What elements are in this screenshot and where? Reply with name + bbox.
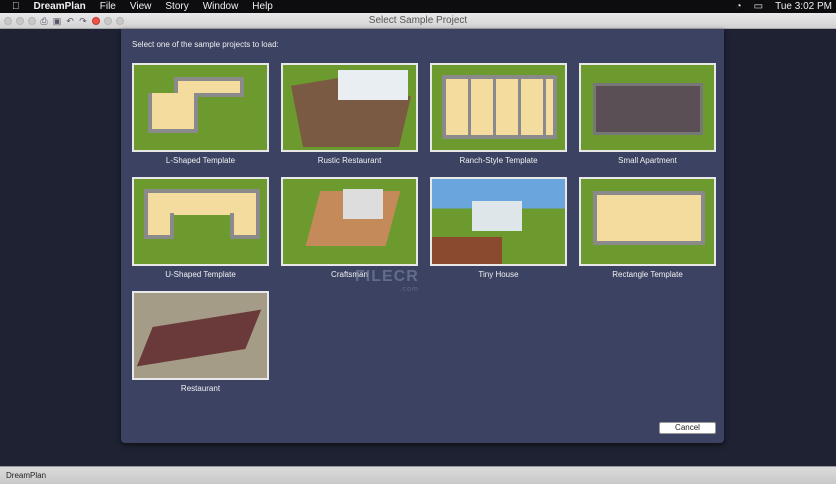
project-l-shaped[interactable]: L-Shaped Template — [132, 63, 269, 165]
project-label: U-Shaped Template — [165, 270, 236, 279]
window-titlebar: ⎙ ▣ ↶ ↷ Select Sample Project — [0, 13, 836, 29]
project-ranch-style[interactable]: Ranch-Style Template — [430, 63, 567, 165]
select-sample-project-dialog: Select one of the sample projects to loa… — [121, 29, 724, 443]
project-craftsman[interactable]: Craftsman — [281, 177, 418, 279]
menu-window[interactable]: Window — [203, 1, 239, 12]
project-rustic-restaurant[interactable]: Rustic Restaurant — [281, 63, 418, 165]
project-thumbnail[interactable] — [132, 291, 269, 380]
dialog-prompt: Select one of the sample projects to loa… — [132, 40, 279, 49]
project-thumbnail[interactable] — [579, 177, 716, 266]
cancel-button[interactable]: Cancel — [659, 422, 716, 434]
menu-story[interactable]: Story — [165, 1, 188, 12]
project-thumbnail[interactable] — [281, 63, 418, 152]
project-tiny-house[interactable]: Tiny House — [430, 177, 567, 279]
project-label: Tiny House — [478, 270, 519, 279]
project-label: Restaurant — [180, 384, 221, 393]
status-bar: DreamPlan — [0, 466, 836, 484]
menu-view[interactable]: View — [130, 1, 152, 12]
window-title: Select Sample Project — [368, 15, 468, 26]
project-thumbnail[interactable] — [579, 63, 716, 152]
project-label: Small Apartment — [618, 156, 677, 165]
project-thumbnail[interactable] — [132, 63, 269, 152]
project-thumbnail[interactable] — [281, 177, 418, 266]
clock[interactable]: Tue 3:02 PM — [775, 1, 832, 12]
menu-bar:  DreamPlan File View Story Window Help … — [0, 0, 836, 13]
project-small-apartment[interactable]: Small Apartment — [579, 63, 716, 165]
project-label: Ranch-Style Template — [459, 156, 538, 165]
project-thumbnail[interactable] — [430, 63, 567, 152]
project-thumbnail[interactable] — [430, 177, 567, 266]
airplay-icon[interactable]: ▭ — [754, 1, 763, 12]
wifi-icon[interactable]: ◔ — [736, 1, 742, 12]
project-u-shaped[interactable]: U-Shaped Template — [132, 177, 269, 279]
menu-help[interactable]: Help — [252, 1, 273, 12]
project-restaurant[interactable]: Restaurant — [132, 291, 269, 393]
menu-file[interactable]: File — [100, 1, 116, 12]
watermark: FILECR .com — [355, 268, 419, 293]
project-thumbnail[interactable] — [132, 177, 269, 266]
apple-icon[interactable]:  — [12, 1, 20, 12]
project-rectangle[interactable]: Rectangle Template — [579, 177, 716, 279]
project-label: Rustic Restaurant — [317, 156, 382, 165]
project-label: L-Shaped Template — [165, 156, 236, 165]
menu-app[interactable]: DreamPlan — [34, 1, 86, 12]
project-label: Rectangle Template — [612, 270, 683, 279]
